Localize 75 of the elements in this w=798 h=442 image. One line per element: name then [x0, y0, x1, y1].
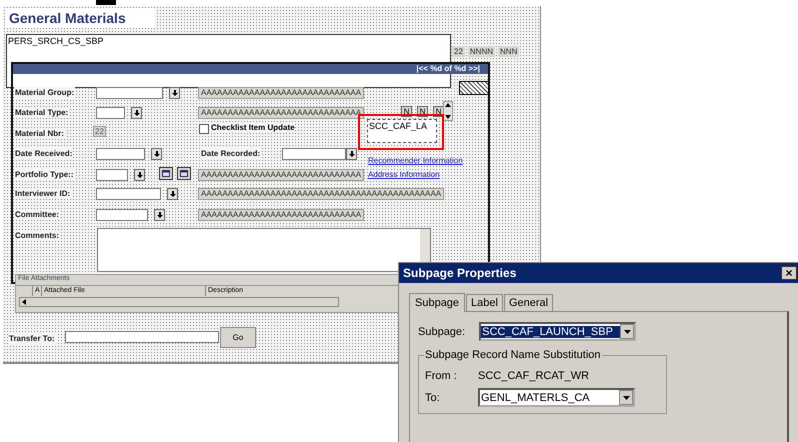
dropdown-button[interactable]: [169, 87, 180, 99]
window-icon: [162, 170, 170, 177]
lookup-button[interactable]: [159, 167, 173, 180]
field-label: To:: [425, 392, 441, 404]
caret-icon: [348, 151, 354, 157]
number-field: 22: [93, 126, 106, 137]
description-field: AAAAAAAAAAAAAAAAAAAAAAAAAAAAAA: [198, 169, 364, 181]
dropdown-button[interactable]: [167, 188, 178, 200]
dropdown-button[interactable]: [134, 169, 145, 181]
subpage-name: PERS_SRCH_CS_SBP: [8, 36, 104, 46]
caret-icon: [134, 110, 140, 116]
description-field: AAAAAAAAAAAAAAAAAAAAAAAAAAAAAA: [198, 107, 364, 119]
field-label: Material Type:: [14, 107, 70, 118]
dropdown-button[interactable]: [151, 148, 162, 160]
subpage-field[interactable]: SCC_CAF_LA: [367, 119, 437, 143]
description-field: AAAAAAAAAAAAAAAAAAAAAAAAAAAAAAAAAAAAAAAAAAAAA: [198, 188, 444, 200]
field-label: Material Group:: [14, 87, 76, 98]
dropdown-button[interactable]: [154, 209, 165, 221]
caret-icon: [170, 191, 176, 197]
record-name: SCC_CAF_RCAT_WR: [478, 370, 590, 382]
window-icon: [180, 170, 188, 177]
input-field[interactable]: [96, 169, 128, 181]
scrollbar[interactable]: [19, 297, 339, 307]
tab[interactable]: Label: [466, 294, 503, 311]
caret-icon: [172, 90, 178, 96]
field-label: From :: [425, 370, 458, 382]
caret-icon: [156, 212, 162, 218]
input-field[interactable]: [96, 87, 163, 99]
tab[interactable]: General: [504, 294, 554, 311]
field-label: Comments:: [14, 230, 60, 241]
caret-icon: [622, 396, 630, 400]
dialog-title: Subpage Properties: [403, 266, 516, 280]
close-button[interactable]: ×: [781, 266, 797, 280]
field-label: Subpage:: [418, 326, 466, 338]
field-label: Interviewer ID:: [14, 188, 72, 199]
description-field: AAAAAAAAAAAAAAAAAAAAAAAAAAAAAA: [198, 209, 364, 221]
link[interactable]: Recommender Information: [368, 156, 463, 165]
display-field: 22: [452, 46, 465, 57]
group-title: Subpage Record Name Substitution: [424, 349, 602, 361]
link[interactable]: Address Information: [368, 170, 440, 179]
subpage-name: SCC_CAF_LA: [369, 121, 428, 131]
field-label: Transfer To:: [8, 333, 56, 344]
input-field[interactable]: [282, 148, 346, 160]
input-field[interactable]: [96, 209, 148, 221]
lookup-button[interactable]: [177, 167, 191, 180]
input-field[interactable]: [65, 331, 219, 343]
display-field: NNNN: [468, 46, 496, 57]
dropdown-button[interactable]: [131, 107, 142, 119]
checkbox[interactable]: [199, 124, 209, 134]
go-button[interactable]: Go: [220, 327, 256, 348]
display-field: NNN: [498, 46, 520, 57]
tab[interactable]: Subpage: [409, 293, 466, 312]
record-dropdown[interactable]: GENL_MATERLS_CA: [478, 388, 635, 407]
dropdown-button[interactable]: [346, 148, 357, 160]
caret-icon: [154, 151, 160, 157]
spin-button[interactable]: [443, 101, 453, 121]
input-field[interactable]: [96, 188, 161, 200]
spinner-arrows-icon: [445, 102, 451, 120]
field-label: Committee:: [14, 209, 60, 220]
field-label: Date Received:: [14, 148, 74, 159]
field-label: Material Nbr:: [14, 128, 65, 139]
caret-icon: [624, 330, 631, 334]
navigation-text: |<< %d of %d >>|: [416, 64, 480, 73]
input-field[interactable]: [96, 107, 125, 119]
ruler-marker: [96, 0, 116, 5]
hatched-box: [459, 81, 489, 95]
subpage-dropdown[interactable]: SCC_CAF_LAUNCH_SBP: [479, 322, 636, 341]
caret-icon: [136, 172, 142, 178]
input-field[interactable]: [96, 148, 145, 160]
left-arrow-icon: [22, 299, 26, 305]
field-label: Portfolio Type::: [14, 169, 75, 180]
checkbox-label: Checklist Item Update: [211, 123, 295, 132]
description-field: AAAAAAAAAAAAAAAAAAAAAAAAAAAAAA: [198, 87, 364, 99]
page-title: General Materials: [5, 8, 155, 28]
field-label: Date Recorded:: [200, 148, 262, 159]
